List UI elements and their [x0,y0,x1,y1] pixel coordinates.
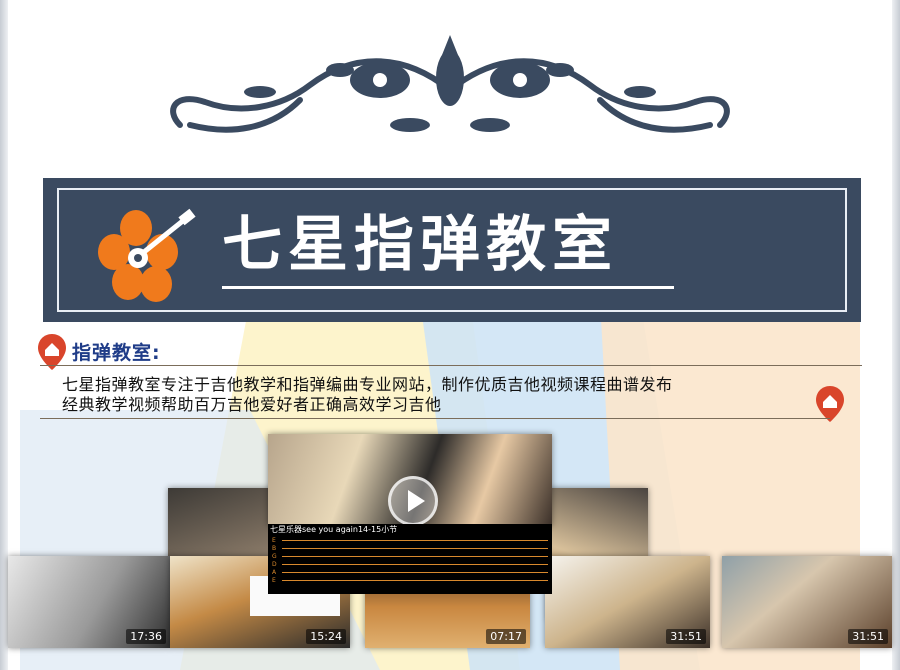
tab-string-label: D [272,561,277,568]
video-duration: 07:17 [486,629,526,644]
description-divider [40,418,830,419]
video-thumbnail[interactable]: 17:36 [8,556,170,648]
tab-string-label: A [272,569,277,576]
title-underline [222,286,674,289]
video-duration: 17:36 [126,629,166,644]
heading-divider [40,365,862,366]
play-icon[interactable] [388,476,438,526]
tab-string-label: G [272,553,277,560]
guitar-tab-panel: 七星乐器see you again14-15小节 E B G D A E [268,524,552,594]
brand-title: 七星指弹教室 [222,210,618,280]
video-thumbnail[interactable]: 31:51 [545,556,710,648]
tab-string-label: B [272,545,277,552]
tab-string-label: E [272,537,276,544]
featured-video-caption: 七星乐器see you again14-15小节 [270,525,398,534]
tab-string-label: E [272,577,276,584]
floral-scroll-ornament [170,35,730,133]
hibiscus-guitar-icon [98,208,196,302]
description-line-2: 经典教学视频帮助百万吉他爱好者正确高效学习吉他 [62,395,442,414]
tab-staff: E B G D A E [272,538,548,590]
location-pin-icon [816,386,844,422]
video-duration: 31:51 [666,629,706,644]
video-thumbnail[interactable]: 31:51 [722,556,892,648]
video-duration: 15:24 [306,629,346,644]
description-line-1: 七星指弹教室专注于吉他教学和指弹编曲专业网站，制作优质吉他视频课程曲谱发布 [62,375,673,394]
section-heading: 指弹教室: [72,342,161,364]
video-duration: 31:51 [848,629,888,644]
